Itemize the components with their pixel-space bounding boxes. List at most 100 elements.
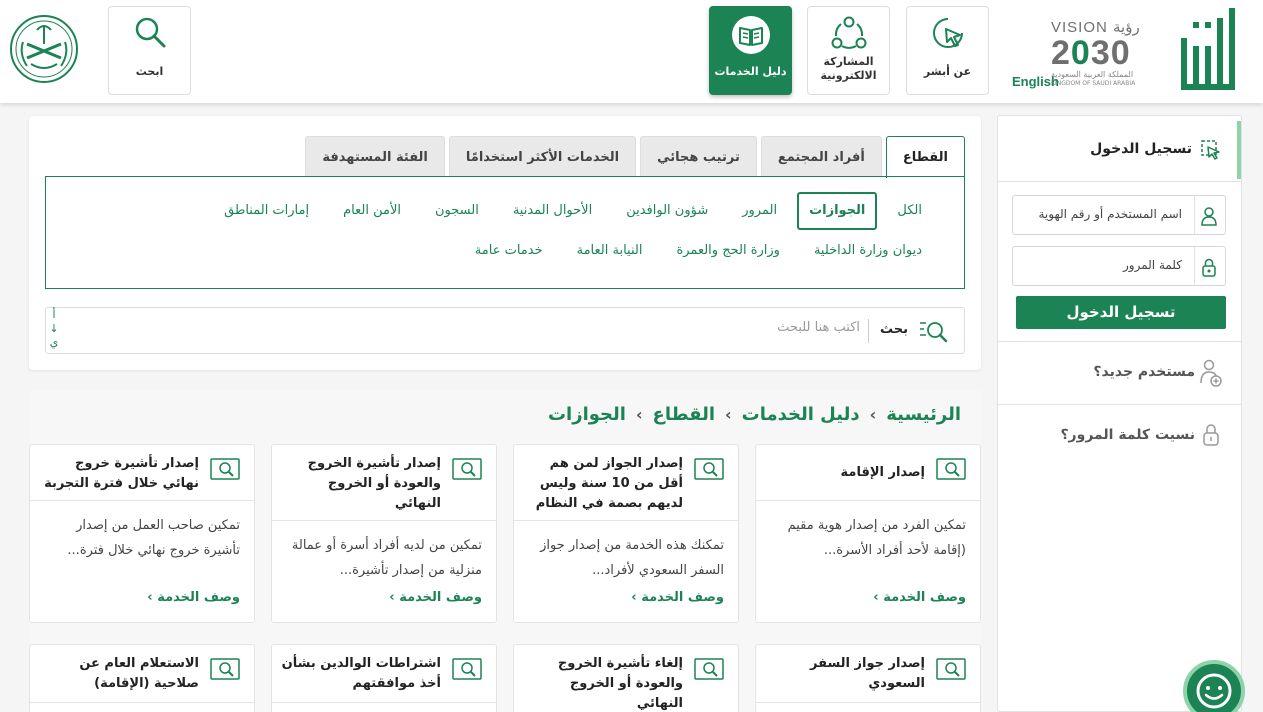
absher-logo[interactable] bbox=[1177, 8, 1239, 94]
sector-prisons[interactable]: السجون bbox=[421, 192, 493, 230]
nav-about-label: عن أبشر bbox=[923, 65, 972, 78]
login-title: تسجيل الدخول bbox=[1090, 141, 1192, 157]
service-card-description: تمكين صاحب العمل من إصدار تأشيرة خروج نه… bbox=[67, 518, 240, 558]
nav-services-label: دليل الخدمات bbox=[714, 65, 787, 78]
smile-chat-icon bbox=[1196, 673, 1232, 709]
vision-digit: 2 bbox=[1051, 34, 1071, 72]
service-card-header: إصدار تأشيرة الخروج والعودة أو الخروج ال… bbox=[272, 445, 496, 521]
service-card-title: إصدار الإقامة bbox=[840, 465, 925, 480]
vision-english-text: KINGDOM OF SAUDI ARABIA bbox=[1051, 80, 1136, 87]
sector-expatriates[interactable]: شؤون الوافدين bbox=[612, 192, 722, 230]
forgot-password-label: نسيت كلمة المرور؟ bbox=[1060, 427, 1195, 443]
sort-control[interactable]: أ ↓ ي bbox=[49, 308, 59, 350]
service-card[interactable]: إصدار جواز السفر السعودي bbox=[755, 644, 981, 712]
service-search-icon bbox=[452, 658, 482, 680]
breadcrumb-services-guide[interactable]: دليل الخدمات bbox=[742, 404, 860, 425]
login-cursor-icon bbox=[1201, 140, 1220, 160]
search-tile-label: ابحث bbox=[135, 65, 164, 78]
chevron-left-icon: › bbox=[147, 590, 153, 605]
sector-traffic[interactable]: المرور bbox=[728, 192, 791, 230]
vision-digit-accent: 0 bbox=[1070, 34, 1091, 72]
tab-sector[interactable]: القطاع bbox=[885, 136, 965, 178]
sort-arrow-icon: ↓ bbox=[49, 322, 59, 335]
service-details-label: وصف الخدمة bbox=[883, 590, 966, 605]
service-card[interactable]: إصدار تأشيرة خروج نهائي خلال فترة التجرب… bbox=[29, 444, 255, 623]
nav-about-absher[interactable]: عن أبشر bbox=[906, 6, 989, 95]
service-card[interactable]: اشتراطات الوالدين بشأن أخذ موافقتهم bbox=[271, 644, 497, 712]
service-card-header: إصدار الجواز لمن هم أقل من 10 سنة وليس ل… bbox=[514, 445, 738, 521]
service-details-label: وصف الخدمة bbox=[641, 590, 724, 605]
nav-participation-label: المشاركة الالكترونية bbox=[820, 55, 877, 82]
new-user-link[interactable]: مستخدم جديد؟ bbox=[998, 341, 1241, 404]
service-card-header: إصدار جواز السفر السعودي bbox=[756, 645, 980, 703]
search-tile[interactable]: ابحث bbox=[108, 6, 191, 95]
service-details-link[interactable]: وصف الخدمة › bbox=[389, 590, 482, 605]
breadcrumb-home[interactable]: الرئيسية bbox=[886, 404, 961, 425]
nav-e-participation[interactable]: المشاركة الالكترونية bbox=[807, 6, 890, 95]
tab-community[interactable]: أفراد المجتمع bbox=[760, 136, 882, 177]
service-card-title: الاستعلام العام عن صلاحية (الإقامة) bbox=[79, 656, 199, 691]
padlock-icon bbox=[1203, 424, 1219, 446]
service-card-title: إصدار تأشيرة خروج نهائي خلال فترة التجرب… bbox=[44, 456, 199, 491]
service-card-header: الاستعلام العام عن صلاحية (الإقامة) bbox=[30, 645, 254, 703]
sector-hajj-umrah[interactable]: وزارة الحج والعمرة bbox=[662, 232, 794, 270]
chat-support-button[interactable] bbox=[1183, 660, 1245, 712]
service-details-link[interactable]: وصف الخدمة › bbox=[147, 590, 240, 605]
service-card[interactable]: الاستعلام العام عن صلاحية (الإقامة) bbox=[29, 644, 255, 712]
service-card[interactable]: إصدار الإقامة تمكين الفرد من إصدار هوية … bbox=[755, 444, 981, 623]
sector-public-security[interactable]: الأمن العام bbox=[329, 192, 415, 230]
sector-all[interactable]: الكل bbox=[883, 192, 936, 230]
tab-target-group[interactable]: الفئة المستهدفة bbox=[305, 136, 445, 177]
service-card[interactable]: إصدار الجواز لمن هم أقل من 10 سنة وليس ل… bbox=[513, 444, 739, 623]
forgot-password-link[interactable]: نسيت كلمة المرور؟ bbox=[998, 404, 1241, 467]
sector-row-2: ديوان وزارة الداخلية وزارة الحج والعمرة … bbox=[455, 232, 936, 270]
login-button[interactable]: تسجيل الدخول bbox=[1016, 296, 1226, 329]
chevron-left-icon: › bbox=[635, 405, 643, 424]
service-search-icon bbox=[936, 658, 966, 680]
service-card-header: إلغاء تأشيرة الخروج والعودة أو الخروج ال… bbox=[514, 645, 738, 712]
breadcrumb-sector[interactable]: القطاع bbox=[653, 404, 715, 425]
tab-alphabetical[interactable]: ترتيب هجائي bbox=[640, 136, 757, 177]
sector-regional-emirates[interactable]: إمارات المناطق bbox=[210, 192, 323, 230]
language-switch-link[interactable]: English bbox=[1012, 74, 1059, 89]
service-search-bar: بحث اكتب هنا للبحث أ ↓ ي bbox=[45, 307, 965, 354]
service-card[interactable]: إصدار تأشيرة الخروج والعودة أو الخروج ال… bbox=[271, 444, 497, 623]
service-card-title: إصدار الجواز لمن هم أقل من 10 سنة وليس ل… bbox=[535, 456, 683, 511]
sector-public-prosecution[interactable]: النيابة العامة bbox=[563, 232, 657, 270]
tab-most-used[interactable]: الخدمات الأكثر استخدامًا bbox=[448, 136, 637, 177]
chevron-left-icon: › bbox=[869, 405, 877, 424]
service-card-title: إصدار تأشيرة الخروج والعودة أو الخروج ال… bbox=[307, 456, 441, 511]
sector-civil-affairs[interactable]: الأحوال المدنية bbox=[499, 192, 606, 230]
sort-glyph-bottom: ي bbox=[49, 336, 59, 349]
user-field-icon-wrap bbox=[1194, 196, 1225, 234]
login-header-accent bbox=[1237, 121, 1241, 179]
vision-2030-logo: VISION رؤية 2030 المملكة العربية السعودي… bbox=[1051, 18, 1169, 94]
search-divider bbox=[868, 319, 869, 343]
user-icon bbox=[1201, 207, 1217, 226]
service-details-label: وصف الخدمة bbox=[157, 590, 240, 605]
nav-services-guide[interactable]: دليل الخدمات bbox=[709, 6, 792, 95]
service-search-icon bbox=[694, 658, 724, 680]
service-search-icon bbox=[210, 658, 240, 680]
service-search-icon bbox=[210, 458, 240, 480]
sector-general-services[interactable]: خدمات عامة bbox=[461, 232, 557, 270]
search-input[interactable]: اكتب هنا للبحث bbox=[777, 320, 860, 335]
book-icon bbox=[731, 16, 770, 54]
service-card[interactable]: إلغاء تأشيرة الخروج والعودة أو الخروج ال… bbox=[513, 644, 739, 712]
sector-moi-office[interactable]: ديوان وزارة الداخلية bbox=[800, 232, 936, 270]
service-card-header: إصدار الإقامة bbox=[756, 445, 980, 501]
password-field[interactable]: كلمة المرور bbox=[1012, 246, 1226, 286]
service-card-description: تمكنك هذه الخدمة من إصدار جواز السفر الس… bbox=[540, 538, 724, 578]
sector-passports[interactable]: الجوازات bbox=[797, 192, 878, 230]
share-network-icon bbox=[831, 16, 866, 49]
services-results: الرئيسية › دليل الخدمات › القطاع › الجوا… bbox=[29, 390, 981, 712]
service-search-icon bbox=[936, 458, 966, 480]
service-search-icon bbox=[452, 458, 482, 480]
breadcrumb-current: الجوازات bbox=[547, 404, 626, 425]
service-card-title: اشتراطات الوالدين بشأن أخذ موافقتهم bbox=[281, 656, 441, 691]
service-details-link[interactable]: وصف الخدمة › bbox=[631, 590, 724, 605]
service-card-header: اشتراطات الوالدين بشأن أخذ موافقتهم bbox=[272, 645, 496, 703]
service-details-link[interactable]: وصف الخدمة › bbox=[873, 590, 966, 605]
username-field[interactable]: اسم المستخدم أو رقم الهوية bbox=[1012, 195, 1226, 235]
sector-list: الكل الجوازات المرور شؤون الوافدين الأحو… bbox=[45, 176, 965, 289]
